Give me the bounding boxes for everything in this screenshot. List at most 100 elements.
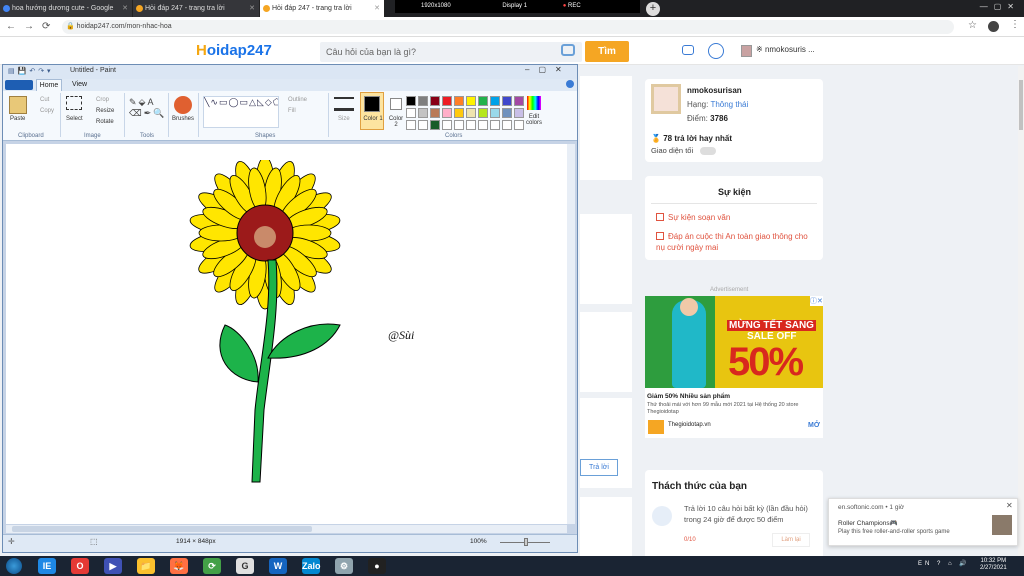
taskbar-app-icon[interactable]: ▶: [104, 558, 122, 574]
taskbar-app-icon[interactable]: O: [71, 558, 89, 574]
ad-open-button[interactable]: MỞ: [808, 422, 820, 429]
palette-swatch-empty[interactable]: [466, 120, 476, 130]
taskbar-app-icon[interactable]: 🦊: [170, 558, 188, 574]
palette-swatch[interactable]: [430, 108, 440, 118]
url-field[interactable]: 🔒 hoidap247.com/mon-nhac-hoa: [62, 20, 954, 34]
copy-button[interactable]: Copy: [40, 108, 54, 114]
rotate-button[interactable]: Rotate: [96, 119, 114, 125]
palette-swatch-empty[interactable]: [478, 120, 488, 130]
palette-swatch-empty[interactable]: [430, 120, 440, 130]
palette-swatch[interactable]: [490, 108, 500, 118]
challenge-retry-button[interactable]: Làm lại: [772, 533, 810, 547]
size-button[interactable]: Size: [338, 116, 350, 122]
search-button[interactable]: Tìm: [585, 41, 629, 62]
palette-swatch[interactable]: [478, 96, 488, 106]
taskbar-clock[interactable]: 10:32 PM 2/27/2021: [980, 558, 1007, 572]
resize-button[interactable]: Resize: [96, 108, 114, 114]
close-icon[interactable]: ✕: [374, 0, 380, 17]
palette-swatch[interactable]: [406, 108, 416, 118]
select-button[interactable]: Select: [66, 116, 83, 122]
paint-file-menu[interactable]: [5, 80, 33, 90]
profile-avatar[interactable]: [988, 21, 999, 32]
zoom-slider-knob[interactable]: [524, 538, 528, 546]
browser-tab-hoidap-1[interactable]: Hỏi đáp 247 - trang tra lời ✕: [133, 0, 260, 17]
taskbar-app-icon[interactable]: Zalo: [302, 558, 321, 574]
record-icon[interactable]: ●: [563, 3, 567, 9]
palette-swatch[interactable]: [430, 96, 440, 106]
edit-colors-icon[interactable]: [527, 96, 541, 110]
window-controls[interactable]: —▢✕: [980, 0, 1020, 13]
palette-swatch[interactable]: [466, 96, 476, 106]
color1-swatch[interactable]: [364, 96, 380, 112]
palette-swatch-empty[interactable]: [502, 120, 512, 130]
palette-swatch[interactable]: [466, 108, 476, 118]
taskbar-app-icon[interactable]: G: [236, 558, 254, 574]
header-avatar[interactable]: [741, 45, 752, 57]
size-icon[interactable]: [334, 97, 354, 111]
taskbar-app-icon[interactable]: W: [269, 558, 287, 574]
taskbar-app-icon[interactable]: IE: [38, 558, 56, 574]
palette-swatch-empty[interactable]: [418, 120, 428, 130]
scrollbar-thumb[interactable]: [12, 526, 312, 532]
tab-view[interactable]: View: [72, 81, 87, 88]
canvas-vertical-scrollbar[interactable]: [567, 144, 575, 524]
system-tray[interactable]: EN ? ⌂ 🔊: [918, 560, 970, 567]
nav-buttons[interactable]: ←→⟳: [6, 21, 58, 32]
palette-swatch[interactable]: [442, 96, 452, 106]
bell-icon[interactable]: [708, 43, 724, 59]
palette-swatch[interactable]: [406, 96, 416, 106]
palette-swatch[interactable]: [442, 108, 452, 118]
recorder-rec[interactable]: REC: [568, 3, 581, 9]
taskbar-app-icon[interactable]: 📁: [137, 558, 155, 574]
palette-swatch-empty[interactable]: [490, 120, 500, 130]
tab-home[interactable]: Home: [36, 79, 62, 91]
brushes-button[interactable]: Brushes: [172, 116, 194, 122]
fill-button[interactable]: Fill: [288, 108, 296, 114]
browser-tab-hoidap-2[interactable]: Hỏi đáp 247 - trang tra lời ✕: [260, 0, 385, 17]
palette-swatch[interactable]: [454, 108, 464, 118]
outline-button[interactable]: Outline: [288, 97, 307, 103]
color2-swatch[interactable]: [390, 98, 402, 110]
palette-swatch[interactable]: [490, 96, 500, 106]
scrollbar-thumb[interactable]: [1019, 80, 1023, 130]
paste-icon[interactable]: [9, 96, 27, 114]
palette-swatch-empty[interactable]: [442, 120, 452, 130]
palette-swatch[interactable]: [478, 108, 488, 118]
taskbar-app-icon[interactable]: ⚙: [335, 558, 353, 574]
site-logo[interactable]: Hoidap247: [196, 42, 272, 59]
user-avatar[interactable]: [651, 84, 681, 114]
search-input[interactable]: Câu hỏi của bạn là gì?: [320, 42, 582, 62]
chat-icon[interactable]: [682, 45, 694, 55]
close-icon[interactable]: ✕: [249, 0, 255, 17]
kebab-menu-icon[interactable]: ⋮: [1010, 19, 1020, 30]
palette-swatch[interactable]: [502, 96, 512, 106]
header-username[interactable]: ※ nmokosuris ...: [756, 45, 815, 54]
camera-icon[interactable]: [561, 44, 575, 56]
start-button[interactable]: [6, 558, 22, 574]
crop-button[interactable]: Crop: [96, 97, 109, 103]
edit-colors-button[interactable]: Edit colors: [524, 114, 544, 126]
palette-swatch-empty[interactable]: [406, 120, 416, 130]
palette-swatch[interactable]: [514, 108, 524, 118]
taskbar-app-icon[interactable]: ●: [368, 558, 386, 574]
select-icon[interactable]: [66, 96, 82, 110]
event-item[interactable]: Đáp án cuộc thi An toàn giao thông cho n…: [656, 231, 816, 253]
palette-swatch[interactable]: [454, 96, 464, 106]
dark-mode-toggle[interactable]: [700, 147, 716, 155]
tools-icons[interactable]: ✎⬙A ⌫✒🔍: [129, 97, 166, 119]
brush-icon[interactable]: [174, 96, 192, 114]
shapes-gallery[interactable]: ╲∿▭◯▭△◺◇⬠⬡→←↑↓✦✧☆✩⬭⬯♡⚡: [203, 96, 279, 128]
quick-access-toolbar[interactable]: ▤💾↶↷▾: [8, 67, 54, 75]
browser-tab-google[interactable]: hoa hướng dương cute - Google ✕: [0, 0, 133, 17]
palette-swatch-empty[interactable]: [514, 120, 524, 130]
close-icon[interactable]: ✕: [122, 0, 128, 17]
page-scrollbar[interactable]: [1018, 66, 1024, 556]
close-icon[interactable]: ✕: [1006, 501, 1013, 510]
ad-close-icon[interactable]: ⓘ✕: [810, 296, 823, 306]
paint-window-controls[interactable]: –▢✕: [525, 65, 571, 74]
reply-button[interactable]: Trả lời: [580, 459, 618, 476]
bookmark-star-icon[interactable]: ☆: [968, 20, 977, 31]
palette-swatch-empty[interactable]: [454, 120, 464, 130]
recorder-display[interactable]: Display 1: [502, 3, 527, 9]
palette-swatch[interactable]: [514, 96, 524, 106]
